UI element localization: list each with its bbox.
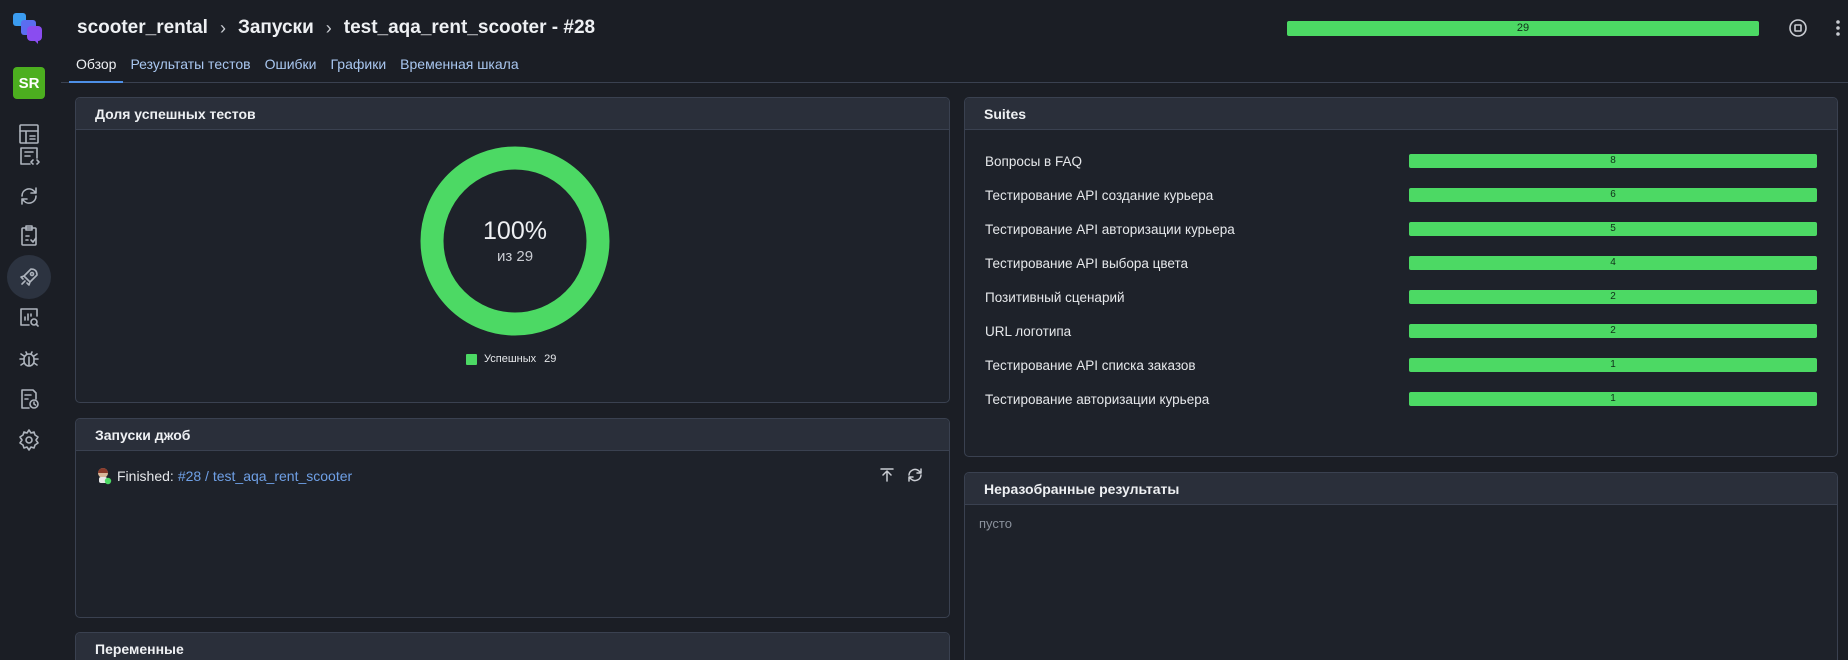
tab-errors[interactable]: Ошибки xyxy=(258,56,324,83)
refresh-icon[interactable] xyxy=(907,467,927,487)
analytics-icon[interactable] xyxy=(7,295,51,339)
unparsed-results-panel: Неразобранные результаты пусто xyxy=(964,472,1838,660)
panel-title: Запуски джоб xyxy=(76,419,949,451)
bug-icon[interactable] xyxy=(7,336,51,380)
tab-charts[interactable]: Графики xyxy=(324,56,394,83)
suites-panel: Suites Вопросы в FAQ 8 Тестирование API … xyxy=(964,97,1838,457)
total-count: из 29 xyxy=(496,248,534,265)
suite-count-bar: 1 xyxy=(1409,358,1817,372)
scheduler-icon[interactable] xyxy=(7,377,51,421)
suite-row[interactable]: Тестирование API создание курьера 6 xyxy=(985,186,1817,204)
suite-count-bar: 6 xyxy=(1409,188,1817,202)
tab-timeline[interactable]: Временная шкала xyxy=(393,56,525,83)
jenkins-icon xyxy=(98,468,112,485)
panel-title: Неразобранные результаты xyxy=(965,473,1837,505)
panel-title: Доля успешных тестов xyxy=(76,98,949,130)
sync-icon[interactable] xyxy=(7,174,51,218)
checklist-icon[interactable] xyxy=(7,214,51,258)
legend-label: Успешных xyxy=(484,353,537,365)
avatar[interactable]: SR xyxy=(13,67,45,99)
page-header: scooter_rental › Запуски › test_aqa_rent… xyxy=(61,0,1848,83)
left-rail: SR xyxy=(0,0,61,660)
empty-state-text: пусто xyxy=(979,516,1012,531)
legend-count: 29 xyxy=(544,353,557,365)
suite-count-bar: 1 xyxy=(1409,392,1817,406)
success-percent: 100% xyxy=(483,217,547,245)
stop-icon[interactable] xyxy=(1787,17,1809,39)
suite-name: Вопросы в FAQ xyxy=(985,153,1082,169)
job-link[interactable]: #28 / test_aqa_rent_scooter xyxy=(178,468,352,484)
suite-row[interactable]: URL логотипа 2 xyxy=(985,322,1817,340)
suite-name: Тестирование авторизации курьера xyxy=(985,391,1210,407)
upload-icon[interactable] xyxy=(879,467,899,487)
chevron-right-icon: › xyxy=(325,17,332,38)
rocket-icon[interactable] xyxy=(7,255,51,299)
launch-progress-bar: 29 xyxy=(1287,21,1759,36)
suite-row[interactable]: Тестирование API авторизации курьера 5 xyxy=(985,220,1817,238)
breadcrumb-project[interactable]: scooter_rental xyxy=(77,17,208,39)
app-logo-icon[interactable] xyxy=(12,12,44,44)
panel-title: Suites xyxy=(965,98,1837,130)
panel-body: 100% из 29 Успешных 29 xyxy=(76,130,949,402)
tab-bar: Обзор Результаты тестов Ошибки Графики В… xyxy=(69,56,526,83)
breadcrumb-launches[interactable]: Запуски xyxy=(238,17,314,39)
suite-count-bar: 2 xyxy=(1409,290,1817,304)
suite-count-bar: 4 xyxy=(1409,256,1817,270)
suite-row[interactable]: Вопросы в FAQ 8 xyxy=(985,152,1817,170)
suite-name: Тестирование API списка заказов xyxy=(985,357,1196,373)
page-title: test_aqa_rent_scooter - #28 xyxy=(343,17,596,38)
legend-swatch xyxy=(466,353,477,365)
suite-count-bar: 2 xyxy=(1409,324,1817,338)
variables-panel: Переменные xyxy=(75,632,950,660)
success-rate-panel: Доля успешных тестов 100% из 29 Успешных… xyxy=(75,97,950,403)
more-vertical-icon[interactable] xyxy=(1827,17,1848,39)
success-donut-chart: 100% из 29 xyxy=(418,144,612,338)
panel-title: Переменные xyxy=(76,633,949,660)
chart-legend: Успешных 29 xyxy=(466,353,556,365)
job-row: Finished: #28 / test_aqa_rent_scooter xyxy=(96,467,352,485)
breadcrumb: scooter_rental › Запуски › test_aqa_rent… xyxy=(77,17,595,39)
suite-row[interactable]: Тестирование API списка заказов 1 xyxy=(985,356,1817,374)
code-review-icon[interactable] xyxy=(7,134,51,178)
tab-overview[interactable]: Обзор xyxy=(69,56,124,83)
job-status: Finished: xyxy=(117,468,174,484)
suite-count-bar: 5 xyxy=(1409,222,1817,236)
suite-row[interactable]: Тестирование API выбора цвета 4 xyxy=(985,254,1817,272)
suite-row[interactable]: Позитивный сценарий 2 xyxy=(985,288,1817,306)
gear-icon[interactable] xyxy=(7,418,51,462)
suite-name: Тестирование API выбора цвета xyxy=(985,255,1189,271)
jobs-panel: Запуски джоб Finished: #28 / test_aqa_re… xyxy=(75,418,950,618)
suite-name: Тестирование API авторизации курьера xyxy=(985,221,1235,237)
suite-name: Позитивный сценарий xyxy=(985,289,1125,305)
tab-test-results[interactable]: Результаты тестов xyxy=(123,56,257,83)
suite-row[interactable]: Тестирование авторизации курьера 1 xyxy=(985,390,1817,408)
donut-center: 100% из 29 xyxy=(418,144,612,338)
chevron-right-icon: › xyxy=(219,17,226,38)
suite-name: URL логотипа xyxy=(985,323,1072,339)
suite-name: Тестирование API создание курьера xyxy=(985,187,1214,203)
suite-count-bar: 8 xyxy=(1409,154,1817,168)
